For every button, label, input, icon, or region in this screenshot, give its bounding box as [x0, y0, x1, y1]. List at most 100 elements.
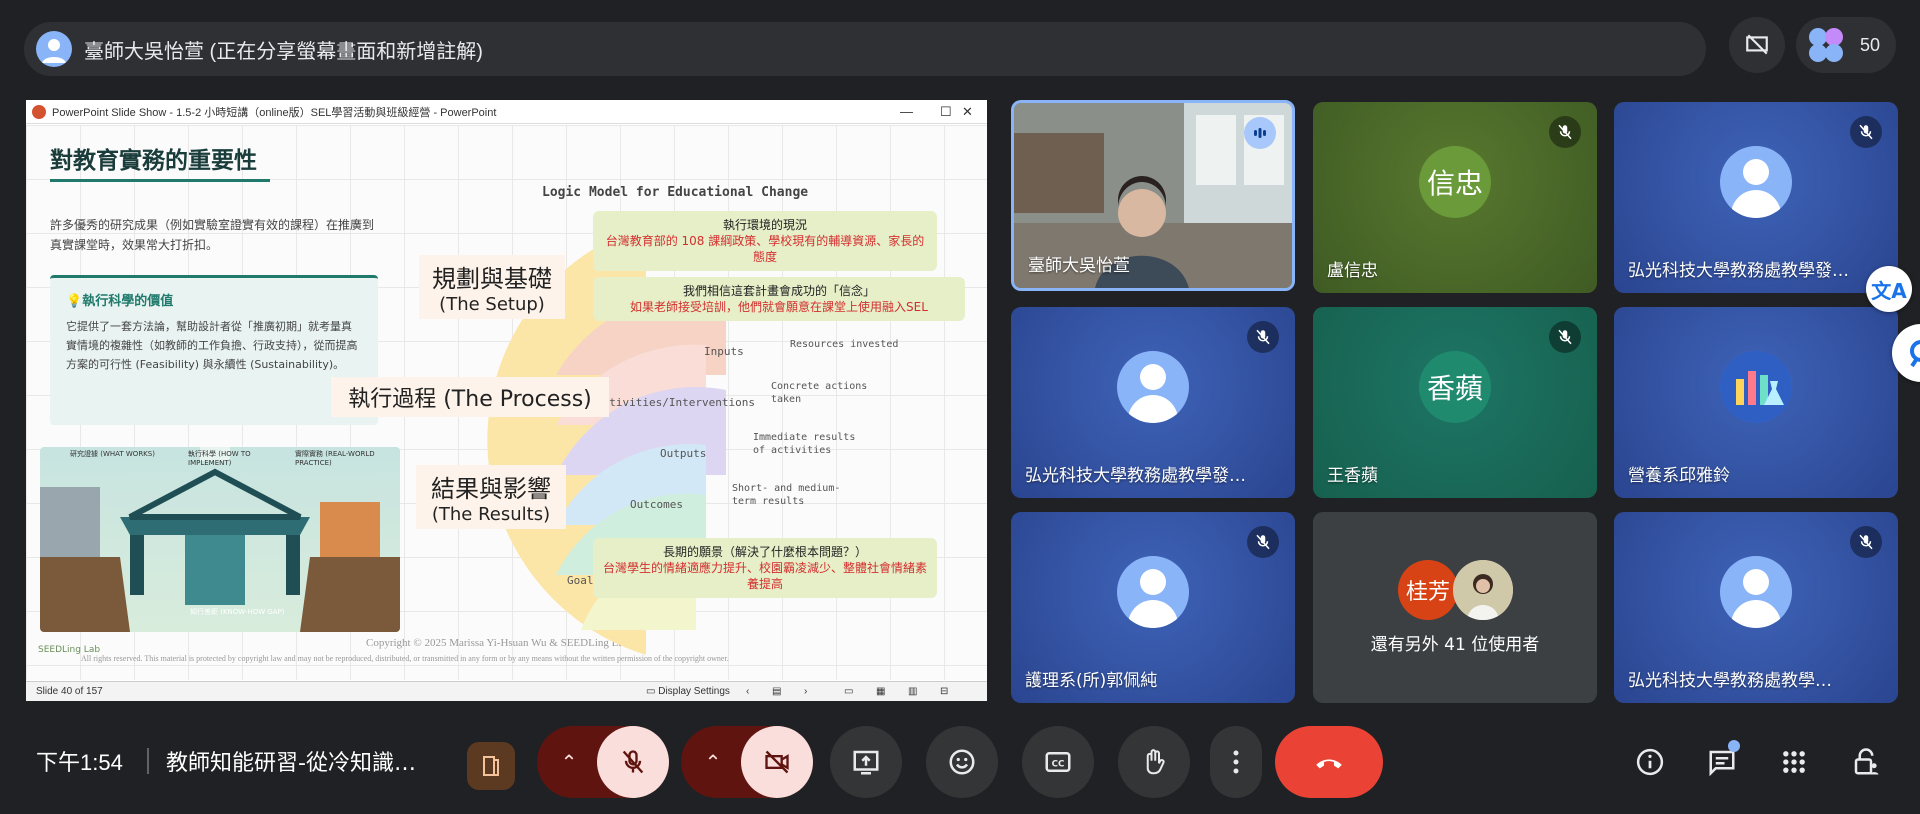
- tile-participant[interactable]: 弘光科技大學教務處教學發…: [1011, 307, 1295, 498]
- more-options-button[interactable]: [1210, 726, 1262, 798]
- present-screen-icon: [853, 750, 879, 775]
- captions-button[interactable]: CC: [1022, 726, 1094, 798]
- tile-participant[interactable]: 香蘋 王香蘋: [1313, 307, 1597, 498]
- tile-more-participants[interactable]: 桂芳 還有另外 41 位使用者: [1313, 512, 1597, 703]
- participants-button[interactable]: 50: [1796, 17, 1896, 73]
- monitor-icon: ▭: [646, 686, 659, 697]
- tile-participant[interactable]: 營養系邱雅鈴: [1614, 307, 1898, 498]
- tile-participant[interactable]: 弘光科技大學教務處教學發…: [1614, 102, 1898, 293]
- arc-inputs: Inputs: [704, 345, 744, 358]
- participant-count: 50: [1860, 34, 1881, 55]
- activities-button[interactable]: [1770, 738, 1818, 786]
- powerpoint-titlebar: PowerPoint Slide Show - 1.5-2 小時短講（onlin…: [26, 100, 987, 124]
- tile-name: 臺師大吳怡萱: [1028, 256, 1130, 276]
- mic-toggle-button[interactable]: [597, 726, 669, 798]
- raise-hand-button[interactable]: [1118, 726, 1190, 798]
- callout-context: 執行環境的現況 台灣教育部的 108 課綱政策、學校現有的輔導資源、家長的態度: [593, 211, 937, 271]
- window-title: PowerPoint Slide Show - 1.5-2 小時短講（onlin…: [52, 106, 497, 119]
- reading-view-icon[interactable]: ▥: [908, 686, 917, 697]
- chat-button[interactable]: [1698, 738, 1746, 786]
- stage-process: 執行過程 (The Process): [331, 377, 609, 417]
- camera-off-icon: [765, 750, 789, 774]
- presenter-bar[interactable]: 臺師大吳怡萱 (正在分享螢幕畫面和新增註解): [24, 22, 1706, 76]
- door-icon: [483, 756, 499, 776]
- prev-slide-icon[interactable]: ‹: [746, 686, 749, 697]
- stage-setup: 規劃與基礎 (The Setup): [419, 255, 565, 319]
- tile-name: 弘光科技大學教務處教學…: [1628, 671, 1832, 691]
- stage-results: 結果與影響 (The Results): [416, 465, 566, 529]
- resources-invested: Resources invested: [790, 339, 899, 350]
- audio-level-icon: [1254, 128, 1266, 138]
- illus-label-left: 研究證據 (WHAT WORKS): [70, 450, 155, 458]
- display-settings[interactable]: ▭ Display Settings: [646, 686, 730, 697]
- slide: 對教育實務的重要性 許多優秀的研究成果（例如實驗室證實有效的課程）在推廣到真實課…: [26, 125, 987, 680]
- immediate-results: Immediate results of activities: [753, 432, 856, 456]
- presenter-avatar: [36, 31, 72, 67]
- title-underline: [50, 179, 270, 182]
- camera-group: ⌃: [681, 726, 813, 798]
- tile-name: 弘光科技大學教務處教學發…: [1628, 261, 1849, 281]
- rights-notice: All rights reserved. This material is pr…: [81, 654, 729, 663]
- arc-outcomes: Outcomes: [630, 498, 683, 511]
- emoji-icon: [949, 749, 975, 775]
- illus-label-mid: 執行科學 (HOW TO IMPLEMENT): [188, 450, 251, 467]
- close-icon: ✕: [962, 104, 973, 119]
- mic-off-icon: [1247, 526, 1279, 558]
- slideshow-view-icon[interactable]: ⊟: [940, 686, 948, 697]
- reactions-button[interactable]: [926, 726, 998, 798]
- mic-off-icon: [1247, 321, 1279, 353]
- apps-grid-icon: [1783, 751, 1805, 773]
- lightbulb-icon: 💡: [66, 294, 83, 309]
- avatar: [1720, 351, 1792, 424]
- tile-name: 弘光科技大學教務處教學發…: [1025, 466, 1246, 486]
- host-controls-button[interactable]: [1842, 738, 1890, 786]
- divider: [147, 748, 149, 774]
- chevron-up-icon: ⌃: [560, 750, 578, 774]
- mic-off-icon: [1549, 321, 1581, 353]
- tile-participant[interactable]: 信忠 盧信忠: [1313, 102, 1597, 293]
- sorter-view-icon[interactable]: ▦: [876, 686, 885, 697]
- avatar: 桂芳: [1398, 560, 1458, 620]
- speaking-indicator: [1244, 117, 1276, 149]
- camera-toggle-button[interactable]: [741, 726, 813, 798]
- illus-label-right: 實際實務 (REAL-WORLD PRACTICE): [295, 450, 375, 467]
- avatar-photo: [1453, 560, 1513, 620]
- avatar: [1720, 146, 1792, 219]
- avatar: [1117, 351, 1189, 424]
- more-vert-icon: [1233, 750, 1239, 774]
- meeting-details-button[interactable]: [1626, 738, 1674, 786]
- camera-options-button[interactable]: ⌃: [681, 726, 745, 798]
- lock-person-icon: [1854, 748, 1879, 775]
- captions-icon: CC: [1045, 752, 1071, 772]
- clock: 下午1:54: [36, 750, 123, 775]
- powerpoint-statusbar: Slide 40 of 157 ▭ Display Settings ‹ ▤ ›…: [26, 681, 987, 701]
- meeting-name: 教師知能研習-從冷知識…: [166, 751, 416, 776]
- tile-participant[interactable]: 護理系(所)郭佩純: [1011, 512, 1295, 703]
- present-screen-button[interactable]: [830, 726, 902, 798]
- lab-flask-icon: [1720, 351, 1792, 424]
- normal-view-icon[interactable]: ▭: [844, 686, 853, 697]
- hang-up-icon: [1316, 759, 1342, 769]
- tile-presenter[interactable]: 臺師大吳怡萱: [1011, 100, 1295, 291]
- slide-nav-icon[interactable]: ▤: [772, 686, 781, 697]
- leave-call-button[interactable]: [1275, 726, 1383, 798]
- mic-off-icon: [1549, 116, 1581, 148]
- shared-screen: PowerPoint Slide Show - 1.5-2 小時短講（onlin…: [26, 100, 987, 701]
- info-box: 💡執行科學的價值 它提供了一套方法論，幫助設計者從「推廣初期」就考量真實情境的複…: [50, 275, 378, 425]
- tile-participant[interactable]: 弘光科技大學教務處教學…: [1614, 512, 1898, 703]
- room-button[interactable]: [467, 742, 515, 790]
- powerpoint-icon: [32, 104, 46, 119]
- next-slide-icon[interactable]: ›: [804, 686, 807, 697]
- mic-options-button[interactable]: ⌃: [537, 726, 601, 798]
- translate-button[interactable]: 文A: [1866, 266, 1912, 312]
- slide-title: 對教育實務的重要性: [50, 148, 257, 174]
- avatar: 香蘋: [1419, 351, 1491, 424]
- illus-gap-label: 知行差距 (KNOW-HOW GAP): [190, 608, 285, 616]
- info-icon: [1636, 748, 1664, 776]
- hide-presentation-button[interactable]: [1729, 17, 1785, 73]
- tile-name: 王香蘋: [1327, 466, 1378, 486]
- concrete-actions: Concrete actions taken: [771, 381, 868, 405]
- short-medium-results: Short- and medium-term results: [732, 483, 841, 507]
- tile-name: 護理系(所)郭佩純: [1025, 671, 1158, 691]
- bridge-illustration: 研究證據 (WHAT WORKS) 執行科學 (HOW TO IMPLEMENT…: [40, 447, 400, 632]
